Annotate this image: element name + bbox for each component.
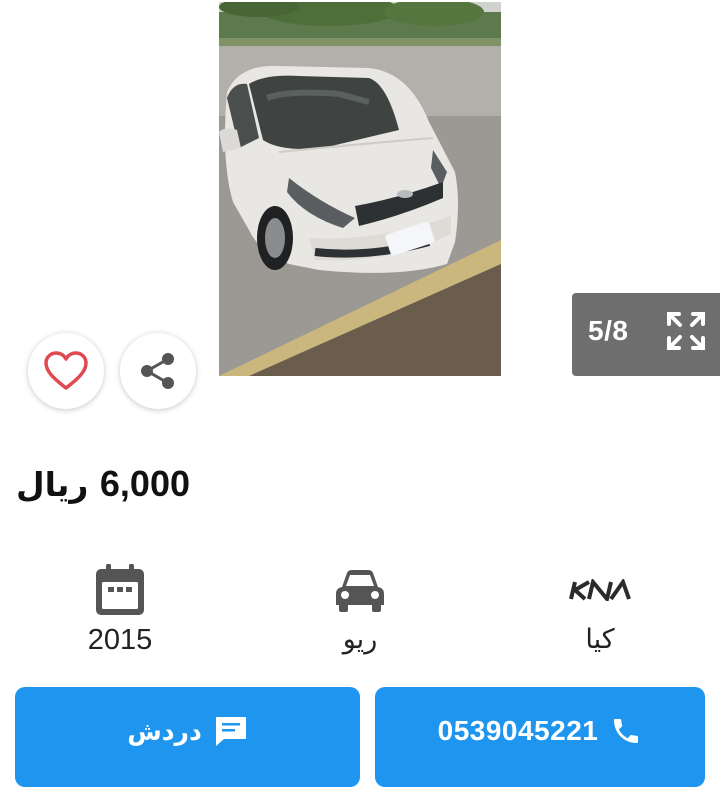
heart-icon — [44, 351, 88, 390]
spec-year-value: 2015 — [87, 624, 153, 656]
share-button[interactable] — [120, 333, 196, 409]
photo-counter: 5/8 — [588, 315, 629, 346]
calendar-icon — [96, 564, 144, 615]
phone-icon — [614, 719, 639, 743]
expand-icon — [667, 312, 705, 350]
previous-photo-button[interactable] — [44, 150, 80, 186]
kia-logo — [569, 579, 631, 601]
spec-year: 2015 — [20, 560, 220, 658]
chat-button-label: دردش — [127, 716, 202, 746]
price-currency: ريال — [15, 465, 89, 504]
next-photo-button[interactable] — [640, 150, 676, 186]
chevron-left-icon — [53, 155, 69, 181]
favorite-button[interactable] — [28, 333, 104, 409]
phone-number: 0539045221 — [437, 715, 599, 746]
spec-model: ريو — [260, 560, 460, 658]
chat-button[interactable]: دردش — [15, 687, 360, 787]
spec-model-value: ريو — [342, 624, 378, 655]
chat-icon — [215, 717, 246, 746]
car-icon — [336, 570, 384, 612]
spec-make-value: كيا — [585, 624, 615, 655]
listing-photo[interactable] — [219, 2, 501, 376]
spec-make: كيا — [500, 560, 700, 658]
price-amount: 6,000 — [99, 463, 190, 504]
listing-price: 6,000 ريال — [16, 462, 190, 507]
photo-counter-fullscreen-button[interactable]: 5/8 — [572, 293, 720, 376]
chevron-right-icon — [651, 155, 667, 181]
share-icon — [141, 353, 174, 389]
photo-gallery: 5/8 — [0, 0, 720, 409]
call-button[interactable]: 0539045221 — [375, 687, 705, 787]
